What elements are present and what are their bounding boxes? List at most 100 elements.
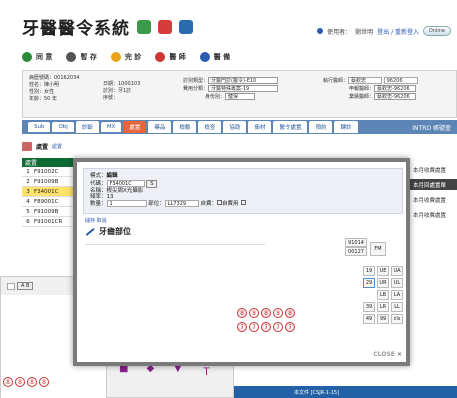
fee-class-select[interactable]: 牙醫特殊專案-19 (208, 85, 279, 92)
chief-doctor-select[interactable]: 蔡欽忠-96206 (374, 93, 417, 100)
tooth-icon[interactable]: 8 (249, 308, 259, 318)
tab[interactable]: 檢驗 (173, 121, 197, 133)
quadrant-button[interactable]: UE (377, 266, 389, 276)
tab[interactable]: 藥品 (148, 121, 172, 133)
tab[interactable]: 診斷 (75, 121, 99, 133)
tab[interactable]: Sub (28, 122, 51, 132)
logout-link[interactable]: 登出 / 重新登入 (377, 27, 419, 36)
exam-type-select[interactable]: 牙醫門診(醫令)-E10 (208, 77, 279, 84)
tooth-icon[interactable]: 7 (237, 322, 247, 332)
quadrant-button[interactable]: 99 (377, 314, 389, 324)
identity-select[interactable]: 健保 (225, 93, 256, 100)
quadrant-button[interactable]: UL (391, 278, 403, 288)
tab[interactable]: 檢查 (198, 121, 222, 133)
drawing-toolbar: A B (7, 281, 34, 291)
tab[interactable]: 轉診 (334, 121, 358, 133)
quadrant-button[interactable]: 39 (363, 302, 375, 312)
chief-doctor-label: 業績醫師： (349, 94, 375, 100)
tooth-icon[interactable]: 8 (273, 308, 283, 318)
form-links[interactable]: 儲存 取消 (85, 217, 107, 224)
font-size-select[interactable] (7, 282, 15, 290)
toolbar-button[interactable]: 醫 師 (155, 52, 186, 62)
tooth-icon[interactable]: 7 (273, 322, 283, 332)
save-icon (66, 52, 77, 62)
quadrant-button[interactable]: UR (377, 278, 389, 288)
row-number: 2 (26, 178, 30, 185)
code-search-button[interactable]: S (146, 180, 158, 188)
part-label: 部位： (148, 201, 165, 207)
tooth-icon[interactable]: 8 (285, 308, 295, 318)
section-title: 牙齒部位 (99, 227, 131, 236)
tooth-row-lower: 77777 (237, 322, 297, 332)
list-link[interactable]: 處置 (52, 143, 62, 150)
self-pay-checkbox-2[interactable] (240, 200, 246, 205)
tab[interactable]: 處置 (123, 121, 147, 133)
quadrant-button[interactable]: 49 (363, 314, 375, 324)
fm-code-1[interactable]: 91014 (345, 238, 367, 247)
close-button[interactable]: CLOSE ✕ (373, 351, 402, 358)
doctor-code-input[interactable]: 96206 (383, 77, 418, 84)
tab[interactable]: 協助 (223, 121, 247, 133)
fm-code-2[interactable]: 00127 (345, 247, 367, 256)
tab[interactable]: Obj (52, 122, 74, 132)
doctor-input[interactable]: 蔡欽忠 (348, 77, 383, 84)
tooth-icon[interactable]: 8 (237, 308, 247, 318)
side-panel-item[interactable]: 本月收費處置 (410, 164, 457, 175)
emblem-icon-red (157, 20, 172, 34)
quadrant-button[interactable]: cls (391, 314, 403, 324)
visit-info: 日期：1000103 診別：牙1診 序號： (103, 81, 140, 102)
tooth-icon[interactable]: 7 (285, 322, 295, 332)
emblem-icon-green (136, 20, 151, 34)
fm-button[interactable]: FM (370, 242, 386, 256)
visit-dept: 診別：牙1診 (103, 88, 132, 94)
quadrant-button[interactable]: LA (391, 290, 403, 300)
quadrant-button[interactable]: 29 (363, 278, 375, 288)
status-bar: 本文件 [CSJR-1-15] (234, 386, 457, 398)
toolbar-button[interactable]: 暫 存 (66, 52, 97, 62)
row-code: F91009B (34, 208, 59, 215)
tab-right-link[interactable]: INTRO 帳號查 (412, 123, 451, 132)
tab[interactable]: 預約 (309, 121, 333, 133)
user-bar: 使用者： 劉世明 登出 / 重新登入 Online (317, 26, 451, 36)
code-input[interactable]: F34001C (106, 180, 145, 187)
side-panel-item[interactable]: 本月收費處置 (410, 209, 457, 220)
patient-id: 病歷號碼：00162034 (29, 75, 80, 81)
tooth-icon[interactable]: 8 (39, 377, 49, 387)
quadrant-button[interactable]: UA (391, 266, 403, 276)
tab[interactable]: 醫令處置 (273, 121, 308, 133)
tooth-icon[interactable]: 8 (15, 377, 25, 387)
main-doctor-select[interactable]: 蔡欽忠-96206 (374, 85, 417, 92)
tooth-icon[interactable]: 7 (261, 322, 271, 332)
online-toggle[interactable]: Online (423, 26, 451, 36)
exam-type-label: 診別類型： (183, 78, 209, 84)
format-buttons[interactable]: A B (17, 282, 34, 290)
visit-seq: 序號： (103, 95, 119, 101)
app-title: 牙醫醫令系統 (22, 14, 193, 39)
toolbar-button[interactable]: 醫 備 (199, 52, 230, 62)
quadrant-button[interactable]: 19 (363, 266, 375, 276)
tooth-icon[interactable]: 8 (27, 377, 37, 387)
quadrant-button[interactable]: LR (377, 302, 389, 312)
toolbar-button[interactable]: 同 意 (22, 52, 52, 62)
doctor-info: 執行醫師： 蔡欽忠 96206 申報醫師： 蔡欽忠-96206 業績醫師： 蔡欽忠-9… (323, 77, 418, 101)
tooth-row-upper: 88888 (237, 308, 297, 318)
qty-input[interactable]: 1 (106, 200, 147, 207)
tooth-icon[interactable]: 7 (249, 322, 259, 332)
tooth-icon[interactable]: 8 (3, 377, 13, 387)
tab[interactable]: MX (100, 122, 122, 132)
visit-date: 日期：1000103 (103, 81, 141, 87)
side-panel-item[interactable]: 本月回處置單 (410, 179, 457, 190)
divider (85, 244, 265, 245)
part-input[interactable]: LL7329 (164, 200, 199, 207)
fm-section: 91014 00127 (345, 238, 367, 256)
agree-icon (22, 52, 32, 62)
quadrant-button[interactable]: LB (377, 290, 389, 300)
tooth-icon[interactable]: 8 (261, 308, 271, 318)
quadrant-button[interactable]: LL (391, 302, 403, 312)
side-panel-item[interactable]: 本月收費處置 (410, 194, 457, 205)
main-toolbar: 同 意暫 存完 診醫 師醫 備 (22, 52, 230, 62)
tab[interactable]: 衛材 (248, 121, 272, 133)
toolbar-button-label: 同 意 (36, 53, 53, 61)
toolbar-button[interactable]: 完 診 (110, 52, 141, 62)
toolbar-button-label: 醫 師 (169, 53, 186, 61)
